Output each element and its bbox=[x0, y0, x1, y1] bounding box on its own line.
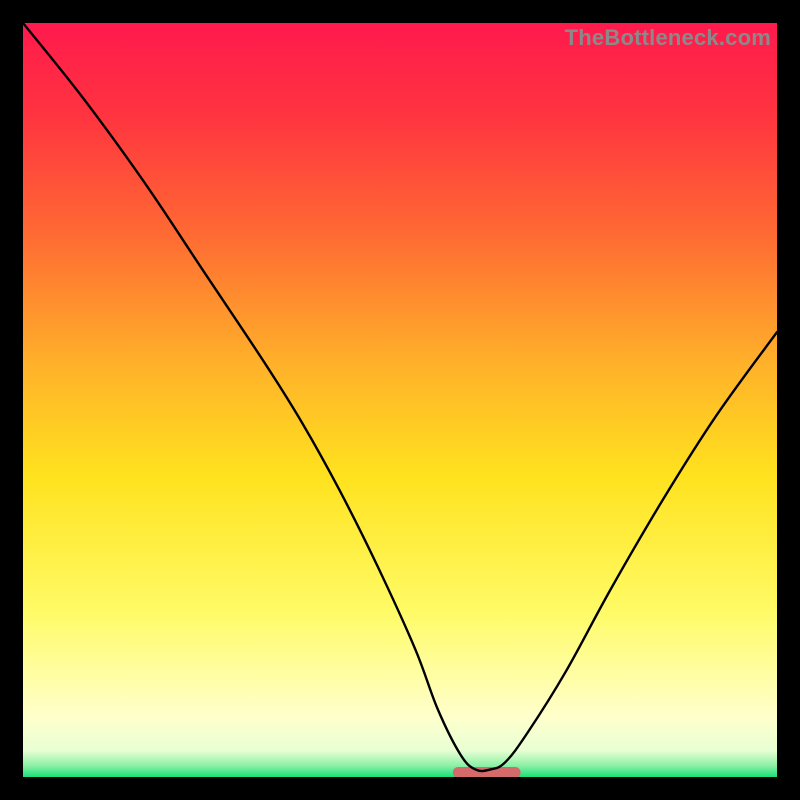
chart-svg bbox=[23, 23, 777, 777]
plot-area bbox=[23, 23, 777, 777]
chart-frame: TheBottleneck.com bbox=[23, 23, 777, 777]
gradient-background bbox=[23, 23, 777, 777]
red-marker bbox=[453, 767, 521, 777]
